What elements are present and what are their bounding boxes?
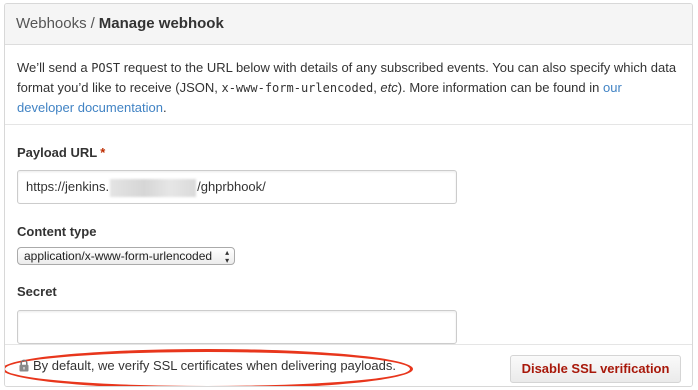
webhook-panel: Webhooks / Manage webhook We’ll send a POS… [4, 3, 693, 387]
ssl-footer: By default, we verify SSL certificates w… [5, 344, 692, 386]
breadcrumb-webhooks-link[interactable]: Webhooks [16, 15, 87, 32]
intro-text-5: . [163, 100, 167, 115]
intro-text: We’ll send a POST request to the URL bel… [5, 45, 692, 125]
ssl-message-text: By default, we verify SSL certificates w… [33, 358, 396, 373]
disable-ssl-verification-button[interactable]: Disable SSL verification [510, 355, 681, 383]
intro-etc: etc [380, 80, 398, 95]
breadcrumb: Webhooks / Manage webhook [5, 4, 692, 45]
payload-url-label: Payload URL * [17, 145, 680, 160]
payload-url-prefix: https://jenkins. [26, 179, 110, 194]
lock-icon [19, 359, 29, 375]
select-arrows-icon: ▴ ▾ [225, 248, 230, 265]
redacted-hostname [110, 178, 197, 197]
content-type-select[interactable]: application/x-www-form-urlencoded ▴ ▾ [17, 247, 236, 265]
intro-code-post: POST [91, 61, 121, 75]
page-title: Manage webhook [98, 15, 224, 32]
required-mark: * [100, 145, 106, 160]
intro-code-urlencoded: x-www-form-urlencoded [221, 81, 374, 95]
secret-label: Secret [17, 284, 57, 299]
payload-url-label-text: Payload URL [17, 145, 98, 160]
secret-input[interactable] [17, 310, 457, 344]
intro-text-1: We’ll send a [17, 60, 92, 75]
content-type-selected: application/x-www-form-urlencoded [24, 249, 213, 263]
payload-url-input[interactable]: https://jenkins. /ghprbhook/ [17, 170, 457, 204]
payload-url-suffix: /ghprbhook/ [197, 179, 266, 194]
ssl-message: By default, we verify SSL certificates w… [19, 358, 396, 375]
content-type-label: Content type [17, 224, 97, 239]
breadcrumb-separator: / [90, 15, 95, 32]
intro-text-4: ). More information can be found in [397, 80, 603, 95]
webhook-form: Payload URL * https://jenkins. /ghprbhook/… [5, 145, 692, 344]
